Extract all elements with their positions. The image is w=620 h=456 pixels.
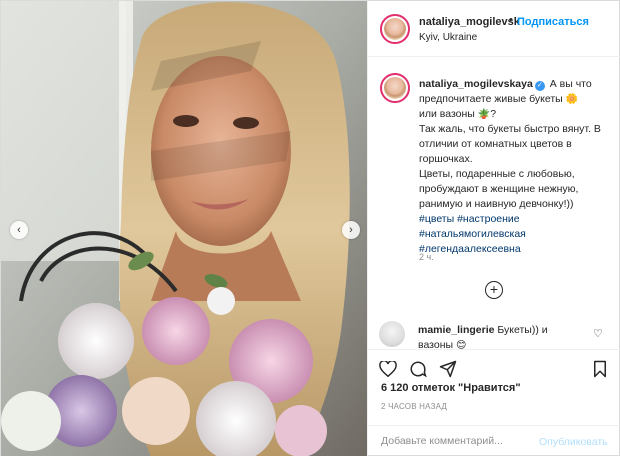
caption-line-4: Так жаль, что букеты быстро вянут. В [419,123,601,135]
next-photo-button[interactable]: › [342,221,360,239]
photo-illustration [1,1,367,456]
hashtag-line-2[interactable]: #натальямогилевская [419,227,615,242]
caption-line-5: отличии от комнатных цветов в [419,138,572,150]
comment-input[interactable] [381,435,531,447]
caption-time: 2 ч. [419,252,434,262]
chevron-right-icon: › [349,224,353,236]
caption-line-8: пробуждают в женщине нежную, [419,183,579,195]
instagram-post-modal: ‹ › nataliya_mogilevsk • Подписаться Kyi… [0,0,620,456]
caption-username[interactable]: nataliya_mogilevskaya [419,78,533,90]
post-caption: nataliya_mogilevskaya ✓ А вы что предпочи… [419,77,615,257]
caption-author-avatar[interactable] [380,73,410,103]
add-comment-bar: Опубликовать [367,425,620,456]
post-side-panel: nataliya_mogilevsk • Подписаться Kyiv, U… [367,1,620,456]
plus-circle-icon[interactable]: + [485,281,503,299]
caption-line-1: А вы что [549,78,592,90]
caption-line-3: или вазоны [419,108,475,120]
verified-badge-icon: ✓ [534,81,545,91]
caption-line-7: Цветы, подаренные с любовью, [419,168,575,180]
post-header: nataliya_mogilevsk • Подписаться Kyiv, U… [368,1,620,57]
author-username[interactable]: nataliya_mogilevsk [419,16,520,28]
chevron-left-icon: ‹ [17,224,21,236]
caption-line-2: предпочитаете живые букеты [419,93,563,105]
potted-plant-emoji-icon: 🪴 [477,109,491,120]
caption-line-9: ранимую и наивную девчонку!)) [419,198,574,210]
caption-line-6: горшочках. [419,153,473,165]
follow-button[interactable]: Подписаться [517,16,589,28]
post-location[interactable]: Kyiv, Ukraine [419,32,477,43]
hashtag-line-1[interactable]: #цветы #настроение [419,212,615,227]
flower-emoji-icon: 🌼 [565,94,579,105]
hashtag-line-3[interactable]: #легендаалексеевна [419,242,615,257]
post-photo[interactable]: ‹ › [1,1,367,456]
separator-dot: • [509,14,513,26]
author-avatar[interactable] [380,14,410,44]
publish-comment-button[interactable]: Опубликовать [539,436,608,448]
previous-photo-button[interactable]: ‹ [10,221,28,239]
